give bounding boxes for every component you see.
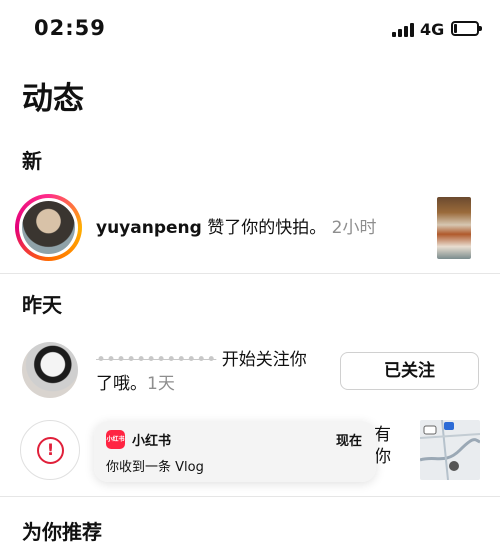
network-type: 4G [420,20,445,39]
push-notification[interactable]: 小红书 小红书 现在 你收到一条 Vlog [94,421,376,482]
notification-app-name: 小红书 [132,434,172,449]
alert-icon: ! [37,437,64,464]
hidden-text-line2: 你 [374,447,391,467]
section-yesterday: 昨天 [22,293,62,317]
signal-icon [392,23,414,37]
timestamp: 1天 [147,374,175,394]
like-notification-text[interactable]: yuyanpeng 赞了你的快拍。 2小时 [96,216,376,240]
section-recommended: 为你推荐 [22,520,102,544]
avatar-image [22,201,75,254]
status-bar: 02:59 4G [0,0,500,60]
notification-time: 现在 [335,434,362,449]
story-thumbnail[interactable] [437,197,471,259]
username-obscured: •••••••••••• [96,350,217,370]
follow-text-line2: 了哦。 [96,374,147,394]
username[interactable]: yuyanpeng [96,218,202,238]
story-avatar[interactable] [15,194,82,261]
alert-avatar[interactable]: ! [20,420,80,480]
follow-text-line1: 开始关注你 [221,350,307,370]
section-new: 新 [22,149,42,173]
status-time: 02:59 [34,16,106,40]
map-thumbnail[interactable] [420,420,480,480]
app-icon: 小红书 [106,430,125,449]
battery-icon [451,21,482,36]
timestamp: 2小时 [331,218,377,238]
follower-avatar[interactable] [22,342,78,398]
hidden-text-line1: 有 [374,425,391,445]
action-text: 赞了你的快拍。 [201,218,327,238]
follow-notification-text[interactable]: •••••••••••• 开始关注你 了哦。1天 [96,348,331,396]
following-button[interactable]: 已关注 [340,352,479,390]
notification-body: 你收到一条 Vlog [106,460,204,475]
divider [0,273,500,274]
page-title: 动态 [22,81,84,117]
divider [0,496,500,497]
